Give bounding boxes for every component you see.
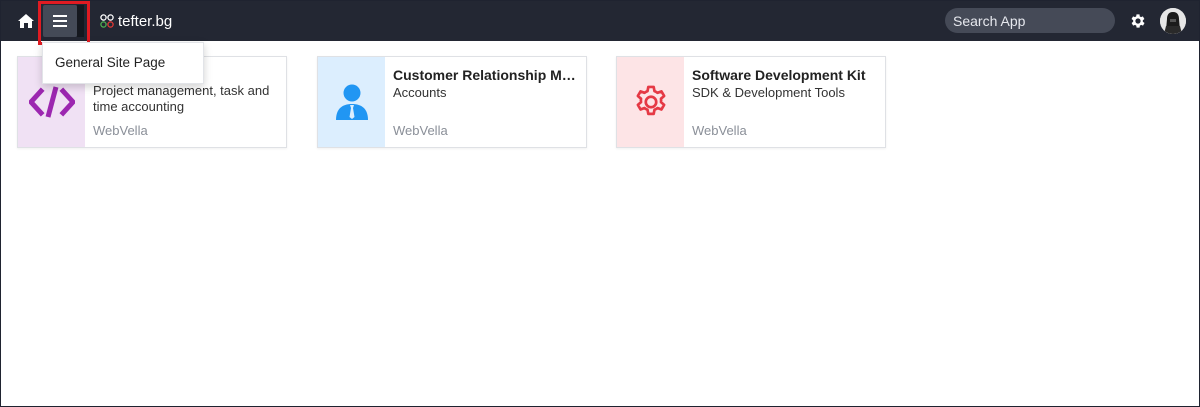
code-icon bbox=[28, 86, 75, 118]
app-vendor: WebVella bbox=[692, 123, 747, 138]
main-menu-dropdown: General Site Page bbox=[42, 42, 204, 84]
app-card-body: Project management, task and time accoun… bbox=[93, 82, 278, 115]
home-icon bbox=[18, 14, 34, 28]
app-vendor: WebVella bbox=[93, 123, 148, 138]
app-tile bbox=[617, 57, 684, 147]
hamburger-icon bbox=[53, 15, 67, 27]
app-description: Accounts bbox=[393, 85, 447, 100]
app-title: Customer Relationship Ma... bbox=[393, 67, 578, 83]
main-menu-button[interactable] bbox=[43, 5, 77, 37]
settings-gear-icon[interactable] bbox=[1129, 12, 1147, 30]
app-vendor: WebVella bbox=[393, 123, 448, 138]
app-card-crm[interactable]: Customer Relationship Ma... Accounts Web… bbox=[317, 56, 587, 148]
menu-button-edge bbox=[77, 5, 84, 37]
app-description: Project management, task and time accoun… bbox=[93, 83, 270, 114]
search-input[interactable] bbox=[945, 8, 1115, 33]
app-card-body: Software Development Kit SDK & Developme… bbox=[692, 66, 877, 101]
app-tile bbox=[318, 57, 385, 147]
brand-name: tefter.bg bbox=[118, 12, 173, 30]
brand-logo-icon bbox=[100, 14, 114, 28]
user-icon bbox=[335, 84, 368, 120]
app-description: SDK & Development Tools bbox=[692, 85, 845, 100]
home-button[interactable] bbox=[13, 9, 39, 33]
app-title: Software Development Kit bbox=[692, 67, 866, 83]
app-card-sdk[interactable]: Software Development Kit SDK & Developme… bbox=[616, 56, 886, 148]
app-window: tefter.bg Project management, ta bbox=[0, 0, 1200, 407]
app-card-body: Customer Relationship Ma... Accounts bbox=[393, 66, 578, 101]
avatar-image bbox=[1160, 8, 1186, 34]
gear-icon bbox=[636, 85, 665, 116]
menu-item-general-site-page[interactable]: General Site Page bbox=[55, 55, 165, 70]
brand-link[interactable]: tefter.bg bbox=[100, 11, 172, 31]
user-avatar[interactable] bbox=[1160, 8, 1186, 34]
top-navigation-bar: tefter.bg bbox=[1, 1, 1199, 45]
